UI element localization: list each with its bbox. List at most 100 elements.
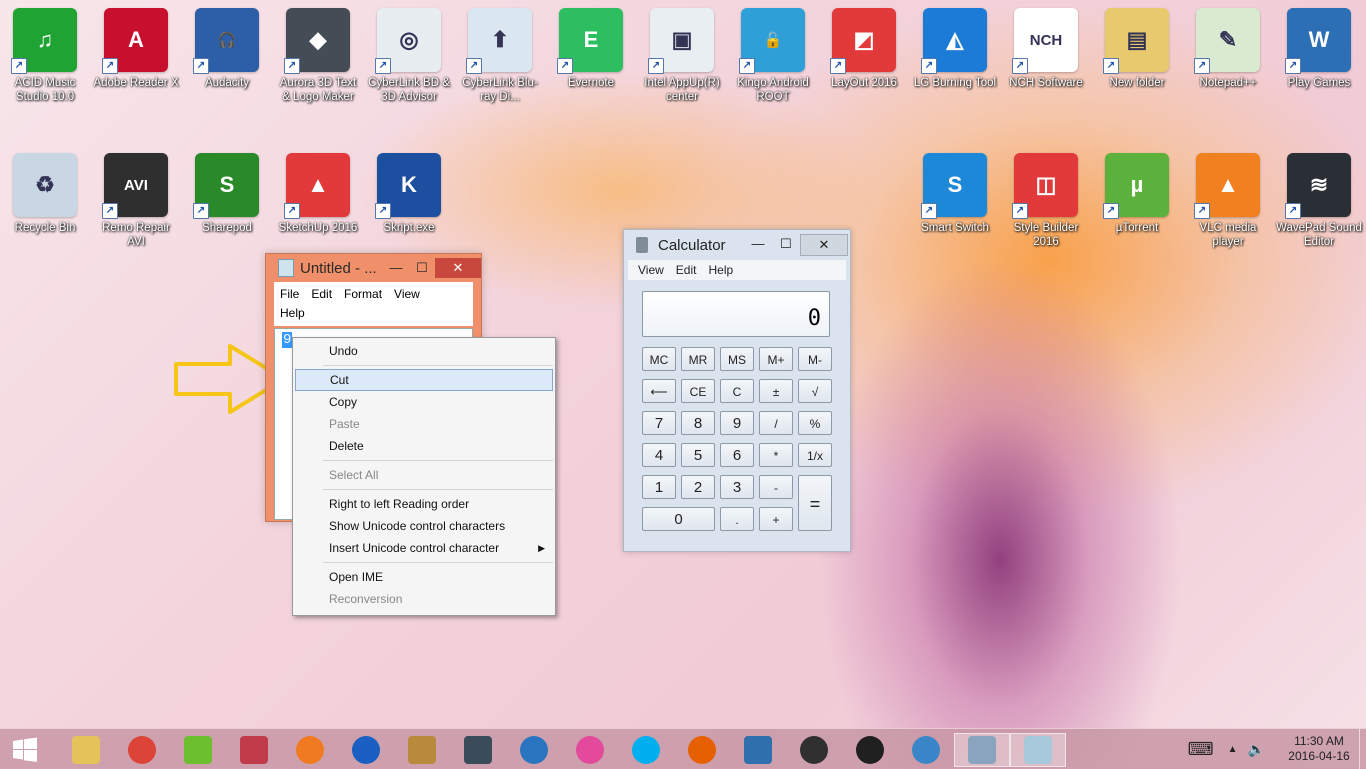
context-menu-item-delete[interactable]: Delete [295,435,553,457]
desktop-icon-notepad[interactable]: ✎ ↗ Notepad++ [1185,2,1271,89]
desktop-icon-intel-appup-r-center[interactable]: ▣ ↗ Intel AppUp(R) center [639,2,725,103]
desktop-icon-evernote[interactable]: E ↗ Evernote [548,2,634,89]
calculator-window[interactable]: Calculator — ☐ ✕ View Edit Help 0 MC MR MS M+… [623,229,851,552]
taskbar-app-library[interactable] [394,733,450,767]
calc-key-c[interactable]: C [720,379,754,403]
context-menu-item-show-unicode-control-characters[interactable]: Show Unicode control characters [295,515,553,537]
context-menu-item-right-to-left-reading-order[interactable]: Right to left Reading order [295,493,553,515]
selected-text[interactable]: 9 [282,332,293,348]
desktop-icon-recycle-bin[interactable]: ♻ Recycle Bin [2,147,88,234]
menu-view[interactable]: View [638,263,664,277]
taskbar-wondershare[interactable] [170,733,226,767]
desktop-icon-aurora-3d-text-logo-maker[interactable]: ◆ ↗ Aurora 3D Text & Logo Maker [275,2,361,103]
context-menu-item-cut[interactable]: Cut [295,369,553,391]
menu-view[interactable]: View [394,287,420,301]
calc-key-8[interactable]: 8 [681,411,715,435]
calc-key-1-x[interactable]: 1/x [798,443,832,467]
menu-edit[interactable]: Edit [676,263,697,277]
desktop-icon-remo-repair-avi[interactable]: AVI ↗ Remo Repair AVI [93,147,179,248]
start-button[interactable] [0,733,50,767]
desktop-icon-cyberlink-blu-ray-di[interactable]: ⬆ ↗ CyberLink Blu-ray Di... [457,2,543,103]
desktop-icon-skript-exe[interactable]: K ↗ Skript.exe [366,147,452,234]
taskbar-notepad[interactable] [1010,733,1066,767]
desktop-icon-kingo-android-root[interactable]: 🔓 ↗ Kingo Android ROOT [730,2,816,103]
menu-help[interactable]: Help [280,306,305,320]
clock[interactable]: 11:30 AM 2016-04-16 [1279,734,1359,764]
calc-key-6[interactable]: 6 [720,443,754,467]
calc-key-mr[interactable]: MR [681,347,715,371]
calc-key-divide[interactable]: / [759,411,793,435]
desktop-icon-adobe-reader-x[interactable]: A ↗ Adobe Reader X [93,2,179,89]
calc-key-backspace[interactable]: ⟵ [642,379,676,403]
taskbar-safari[interactable] [898,733,954,767]
taskbar-remote-desktop[interactable] [730,733,786,767]
maximize-button[interactable]: ☐ [409,258,435,278]
desktop-icon-smart-switch[interactable]: S ↗ Smart Switch [912,147,998,234]
desktop-icon-nch-software[interactable]: NCH ↗ NCH Software [1003,2,1089,89]
desktop-icon-style-builder-2016[interactable]: ◫ ↗ Style Builder 2016 [1003,147,1089,248]
calc-key-5[interactable]: 5 [681,443,715,467]
taskbar-itunes[interactable] [562,733,618,767]
menu-file[interactable]: File [280,287,299,301]
taskbar-chrome[interactable] [114,733,170,767]
desktop-icon-play-games[interactable]: W ↗ Play Games [1276,2,1362,89]
desktop-icon-sketchup-2016[interactable]: ▲ ↗ SketchUp 2016 [275,147,361,234]
desktop-icon-torrent[interactable]: µ ↗ µTorrent [1094,147,1180,234]
desktop-icon-new-folder[interactable]: ▤ ↗ New folder [1094,2,1180,89]
notepad-titlebar[interactable]: Untitled - ... — ☐ ✕ [266,254,481,282]
calc-key-ms[interactable]: MS [720,347,754,371]
menu-help[interactable]: Help [708,263,733,277]
calc-key-mc[interactable]: MC [642,347,676,371]
calc-key-9[interactable]: 9 [720,411,754,435]
volume-icon[interactable]: 🔈 [1248,741,1265,758]
calc-key-4[interactable]: 4 [642,443,676,467]
calc-key-equals[interactable]: = [798,475,832,531]
context-menu-item-open-ime[interactable]: Open IME [295,566,553,588]
show-hidden-icons-icon[interactable]: ▲ [1228,744,1238,755]
context-menu-item-undo[interactable]: Undo [295,340,553,362]
taskbar-firefox[interactable] [674,733,730,767]
calc-key-2[interactable]: 2 [681,475,715,499]
desktop-icon-lg-burning-tool[interactable]: ◭ ↗ LG Burning Tool [912,2,998,89]
taskbar-video-player[interactable] [282,733,338,767]
taskbar-skype[interactable] [618,733,674,767]
taskbar-media-player[interactable] [842,733,898,767]
taskbar-hypercam[interactable] [786,733,842,767]
calc-key-m[interactable]: M- [798,347,832,371]
minimize-button[interactable]: — [744,234,772,254]
context-menu-item-insert-unicode-control-character[interactable]: Insert Unicode control character ▶ [295,537,553,559]
calc-key-decimal[interactable]: . [720,507,754,531]
calc-key-0[interactable]: 0 [642,507,715,531]
calc-key-ce[interactable]: CE [681,379,715,403]
calc-key-m[interactable]: M+ [759,347,793,371]
calc-key-multiply[interactable]: * [759,443,793,467]
taskbar-cyberlink[interactable] [506,733,562,767]
calculator-titlebar[interactable]: Calculator — ☐ ✕ [624,230,850,260]
taskbar-file-explorer[interactable] [58,733,114,767]
taskbar-video-editor[interactable] [450,733,506,767]
desktop-icon-acid-music-studio-10-0[interactable]: ♫ ↗ ACID Music Studio 10.0 [2,2,88,103]
calc-key-3[interactable]: 3 [720,475,754,499]
menu-format[interactable]: Format [344,287,382,301]
close-button[interactable]: ✕ [435,258,481,278]
minimize-button[interactable]: — [383,258,409,278]
calc-key-plus-minus[interactable]: ± [759,379,793,403]
calc-key-1[interactable]: 1 [642,475,676,499]
calc-key-7[interactable]: 7 [642,411,676,435]
calc-key-percent[interactable]: % [798,411,832,435]
desktop-icon-sharepod[interactable]: S ↗ Sharepod [184,147,270,234]
maximize-button[interactable]: ☐ [772,234,800,254]
show-desktop-button[interactable] [1359,729,1366,769]
taskbar-calculator[interactable] [954,733,1010,767]
desktop-icon-vlc-media-player[interactable]: ▲ ↗ VLC media player [1185,147,1271,248]
close-button[interactable]: ✕ [800,234,848,256]
calc-key-minus[interactable]: - [759,475,793,499]
desktop-icon-cyberlink-bd-3d-advisor[interactable]: ◎ ↗ CyberLink BD & 3D Advisor [366,2,452,103]
desktop-icon-audacity[interactable]: 🎧 ↗ Audacity [184,2,270,89]
keyboard-icon[interactable]: ⌨ [1188,739,1214,760]
context-menu-item-copy[interactable]: Copy [295,391,553,413]
calc-key-plus[interactable]: + [759,507,793,531]
taskbar-winrar[interactable] [226,733,282,767]
desktop-icon-layout-2016[interactable]: ◩ ↗ LayOut 2016 [821,2,907,89]
menu-edit[interactable]: Edit [311,287,332,301]
